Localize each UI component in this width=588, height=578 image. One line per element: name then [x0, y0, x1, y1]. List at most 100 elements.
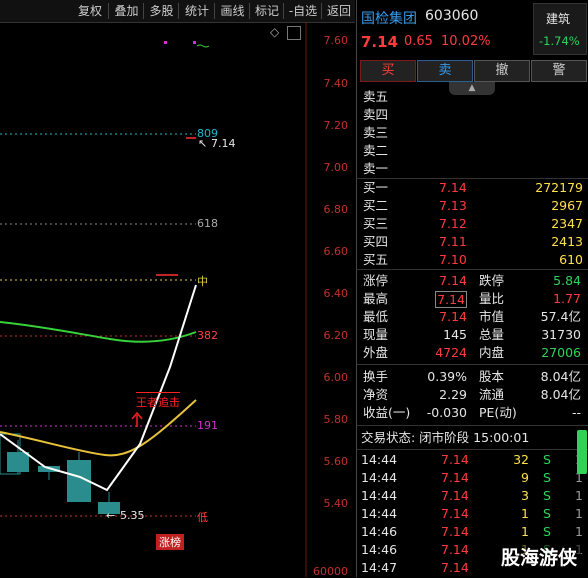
- ask-row: 卖四: [357, 106, 588, 124]
- bid-price: 7.11: [439, 234, 467, 249]
- ask-row: 卖一: [357, 160, 588, 178]
- tick-row: 14:44 7.14 9 S 1: [357, 469, 588, 487]
- stat-value: 8.04亿: [540, 369, 581, 384]
- stat-row: 最高 7.14 量比 1.77: [357, 290, 588, 308]
- diamond-icon[interactable]: ◇: [270, 25, 279, 39]
- stat-row: 外盘 4724 内盘 27006: [357, 344, 588, 362]
- stat-label: 外盘: [363, 345, 389, 360]
- tick-volume: 3: [521, 488, 529, 503]
- price-tick: 6.80: [323, 203, 349, 216]
- bid-label: 买三: [363, 216, 389, 231]
- tick-direction: S: [543, 488, 551, 503]
- price-tick: 7.60: [323, 34, 349, 47]
- stat-label: 流通: [479, 387, 505, 402]
- toolbar-overlay[interactable]: 叠加: [108, 3, 144, 19]
- stat-value: 57.4亿: [540, 309, 581, 324]
- cancel-button[interactable]: 撤: [474, 60, 530, 82]
- stat-row: 现量 145 总量 31730: [357, 326, 588, 344]
- bid-volume: 2413: [551, 234, 583, 249]
- tick-row: 14:44 7.14 32 S 1: [357, 451, 588, 469]
- sell-button[interactable]: 卖: [417, 60, 473, 82]
- stat-value: 27006: [541, 345, 581, 360]
- bid-price: 7.13: [439, 198, 467, 213]
- toolbar-multi-stock[interactable]: 多股: [143, 3, 179, 19]
- tick-price: 7.14: [441, 452, 469, 467]
- tick-time: 14:47: [361, 560, 398, 575]
- high-marker-arrow-icon: ↖: [198, 137, 208, 150]
- ask-label: 卖一: [363, 161, 389, 176]
- bid-label: 买四: [363, 234, 389, 249]
- stat-value: 31730: [541, 327, 581, 342]
- low-price-marker: 5.35: [120, 509, 145, 522]
- tick-count: 1: [575, 506, 583, 521]
- toolbar-stats[interactable]: 统计: [178, 3, 215, 19]
- last-price: 7.14: [361, 33, 399, 51]
- toolbar-draw-line[interactable]: 画线: [214, 3, 250, 19]
- bid-volume: 2347: [551, 216, 583, 231]
- stat-row: 换手 0.39% 股本 8.04亿: [357, 368, 588, 386]
- stat-label: PE(动): [479, 405, 517, 420]
- ask-row: 卖三: [357, 124, 588, 142]
- stat-value: -0.030: [426, 405, 467, 420]
- bid-price: 7.12: [439, 216, 467, 231]
- stock-name[interactable]: 国检集团: [361, 8, 417, 28]
- tick-time: 14:44: [361, 506, 398, 521]
- bid-label: 买一: [363, 180, 389, 195]
- trade-status-text: 交易状态: 闭市阶段 15:00:01: [361, 430, 530, 445]
- tick-price: 7.14: [441, 542, 469, 557]
- bid-row[interactable]: 买四 7.11 2413: [357, 233, 588, 251]
- stat-value: 7.14: [439, 309, 467, 324]
- bid-volume: 272179: [535, 180, 583, 195]
- chart-canvas: [0, 22, 307, 577]
- tick-scrollbar[interactable]: [577, 430, 587, 474]
- fib-mid-label: 中: [197, 275, 208, 288]
- stat-value: 7.14: [435, 291, 467, 308]
- bid-row[interactable]: 买三 7.12 2347: [357, 215, 588, 233]
- chart-toolbar: 复权 叠加 多股 统计 画线 标记 -自选 返回: [0, 0, 355, 23]
- stat-label: 净资: [363, 387, 389, 402]
- stat-label: 现量: [363, 327, 389, 342]
- price-tick: 6.40: [323, 287, 349, 300]
- price-tick: 7.20: [323, 119, 349, 132]
- signal-arrow-icon: [131, 411, 143, 427]
- toolbar-remove-watchlist[interactable]: -自选: [283, 3, 322, 19]
- alert-button[interactable]: 警: [531, 60, 587, 82]
- divider: [357, 269, 588, 270]
- divider: [357, 425, 588, 426]
- wave-marker: [196, 44, 210, 48]
- price-tick: 5.40: [323, 497, 349, 510]
- toolbar-fuquan[interactable]: 复权: [72, 3, 108, 19]
- fib-382-label: 382: [197, 329, 218, 342]
- stat-value: 0.39%: [427, 369, 467, 384]
- tick-direction: S: [543, 524, 551, 539]
- tick-row: 14:44 7.14 3 S 1: [357, 487, 588, 505]
- tick-time: 14:44: [361, 488, 398, 503]
- stat-label: 最高: [363, 291, 389, 306]
- stat-value: 7.14: [439, 273, 467, 288]
- toolbar-mark[interactable]: 标记: [249, 3, 284, 19]
- ma-green-line: [0, 321, 197, 343]
- stat-row: 收益(一) -0.030 PE(动) --: [357, 404, 588, 422]
- limit-up-badge[interactable]: 涨榜: [156, 534, 184, 550]
- fib-191-label: 191: [197, 419, 218, 432]
- scroll-box[interactable]: [287, 26, 301, 40]
- bid-row[interactable]: 买五 7.10 610: [357, 251, 588, 269]
- sector-box[interactable]: 建筑 -1.74%: [533, 3, 587, 55]
- buy-button[interactable]: 买: [360, 60, 416, 82]
- stat-value: 8.04亿: [540, 387, 581, 402]
- toolbar-back[interactable]: 返回: [321, 3, 356, 19]
- kline-chart[interactable]: ◇ 7.60 7.40 7.20 7.00 6.80 6.60 6.40 6.2…: [0, 22, 355, 578]
- tick-count: 1: [575, 488, 583, 503]
- stat-label: 市值: [479, 309, 505, 324]
- tick-price: 7.14: [441, 560, 469, 575]
- tick-time: 14:44: [361, 470, 398, 485]
- bid-row[interactable]: 买二 7.13 2967: [357, 197, 588, 215]
- stat-label: 最低: [363, 309, 389, 324]
- bid-label: 买二: [363, 198, 389, 213]
- fib-low-label: 低: [197, 511, 208, 524]
- stat-value: 5.84: [553, 273, 581, 288]
- divider: [357, 364, 588, 365]
- tick-time: 14:44: [361, 452, 398, 467]
- bid-row[interactable]: 买一 7.14 272179: [357, 179, 588, 197]
- stat-value: --: [571, 405, 581, 420]
